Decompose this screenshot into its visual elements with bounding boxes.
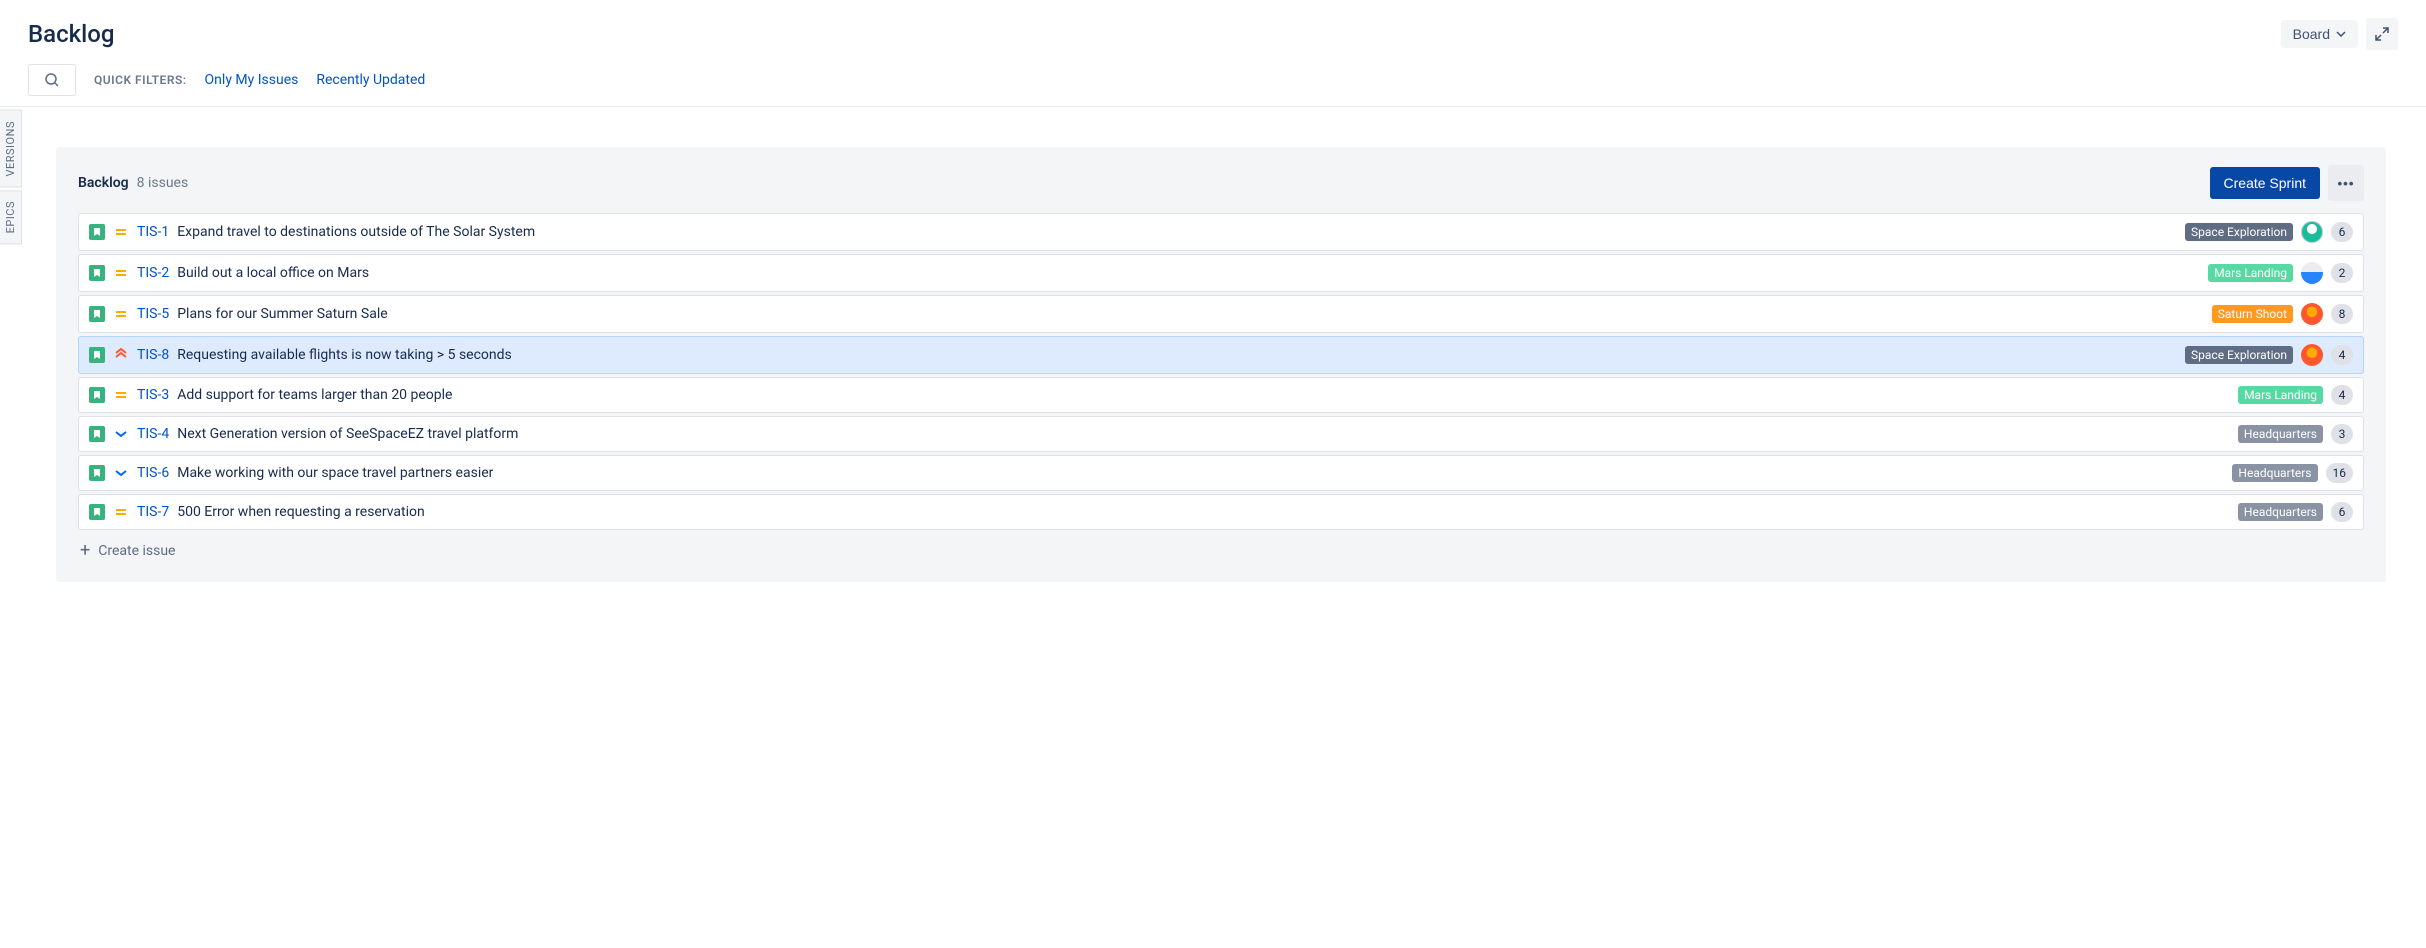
side-tab-epics[interactable]: EPICS: [0, 190, 22, 244]
issue-summary: Plans for our Summer Saturn Sale: [177, 306, 387, 322]
create-issue-label: Create issue: [98, 543, 175, 559]
story-points: 8: [2331, 304, 2353, 324]
board-dropdown[interactable]: Board: [2281, 20, 2358, 48]
chevron-down-icon: [2336, 31, 2346, 37]
priority-medium-icon: [113, 306, 129, 322]
story-icon: [89, 387, 105, 403]
issue-key[interactable]: TIS-2: [137, 265, 169, 281]
quick-filters-label: QUICK FILTERS:: [94, 73, 187, 87]
expand-icon: [2375, 27, 2389, 41]
priority-medium-icon: [113, 504, 129, 520]
issue-summary: Add support for teams larger than 20 peo…: [177, 387, 452, 403]
priority-low-icon: [113, 426, 129, 442]
fullscreen-button[interactable]: [2366, 18, 2398, 50]
plus-icon: +: [80, 542, 90, 560]
assignee-avatar[interactable]: [2301, 221, 2323, 243]
epic-badge[interactable]: Space Exploration: [2185, 346, 2293, 364]
story-points: 6: [2331, 502, 2353, 522]
story-icon: [89, 224, 105, 240]
issue-summary: Make working with our space travel partn…: [177, 465, 493, 481]
backlog-title: Backlog: [78, 175, 129, 191]
issue-key[interactable]: TIS-6: [137, 465, 169, 481]
priority-medium-icon: [113, 224, 129, 240]
more-actions-button[interactable]: •••: [2328, 165, 2364, 201]
priority-medium-icon: [113, 387, 129, 403]
issue-summary: Next Generation version of SeeSpaceEZ tr…: [177, 426, 518, 442]
issue-summary: Expand travel to destinations outside of…: [177, 224, 535, 240]
page-title: Backlog: [28, 20, 114, 48]
filter-recently-updated[interactable]: Recently Updated: [316, 72, 425, 88]
story-icon: [89, 504, 105, 520]
backlog-count: 8 issues: [137, 175, 189, 191]
epic-badge[interactable]: Headquarters: [2238, 503, 2323, 521]
assignee-avatar[interactable]: [2301, 262, 2323, 284]
issue-row[interactable]: TIS-3 Add support for teams larger than …: [78, 377, 2364, 413]
issue-row[interactable]: TIS-5 Plans for our Summer Saturn Sale S…: [78, 295, 2364, 333]
board-dropdown-label: Board: [2293, 26, 2330, 42]
priority-high-icon: [113, 347, 129, 363]
issue-summary: Requesting available flights is now taki…: [177, 347, 512, 363]
issue-key[interactable]: TIS-7: [137, 504, 169, 520]
epic-badge[interactable]: Headquarters: [2238, 425, 2323, 443]
create-issue-button[interactable]: + Create issue: [78, 542, 2364, 560]
create-sprint-button[interactable]: Create Sprint: [2210, 167, 2320, 199]
backlog-panel: Backlog 8 issues Create Sprint ••• TIS-1…: [56, 147, 2386, 582]
filter-only-my-issues[interactable]: Only My Issues: [205, 72, 299, 88]
issue-row[interactable]: TIS-1 Expand travel to destinations outs…: [78, 213, 2364, 251]
epic-badge[interactable]: Headquarters: [2232, 464, 2317, 482]
story-points: 16: [2326, 463, 2354, 483]
search-icon: [44, 72, 60, 88]
issue-row[interactable]: TIS-4 Next Generation version of SeeSpac…: [78, 416, 2364, 452]
issue-key[interactable]: TIS-4: [137, 426, 169, 442]
story-icon: [89, 265, 105, 281]
epic-badge[interactable]: Mars Landing: [2208, 264, 2293, 282]
issue-summary: 500 Error when requesting a reservation: [177, 504, 425, 520]
story-icon: [89, 306, 105, 322]
story-icon: [89, 465, 105, 481]
issue-key[interactable]: TIS-5: [137, 306, 169, 322]
issue-summary: Build out a local office on Mars: [177, 265, 369, 281]
story-points: 4: [2331, 345, 2353, 365]
story-points: 6: [2331, 222, 2353, 242]
priority-medium-icon: [113, 265, 129, 281]
side-tab-versions[interactable]: VERSIONS: [0, 110, 22, 188]
story-icon: [89, 347, 105, 363]
issue-row[interactable]: TIS-6 Make working with our space travel…: [78, 455, 2364, 491]
issue-key[interactable]: TIS-1: [137, 224, 169, 240]
epic-badge[interactable]: Saturn Shoot: [2212, 305, 2293, 323]
assignee-avatar[interactable]: [2301, 303, 2323, 325]
issue-key[interactable]: TIS-3: [137, 387, 169, 403]
issue-row[interactable]: TIS-8 Requesting available flights is no…: [78, 336, 2364, 374]
assignee-avatar[interactable]: [2301, 344, 2323, 366]
epic-badge[interactable]: Mars Landing: [2238, 386, 2323, 404]
story-icon: [89, 426, 105, 442]
story-points: 2: [2331, 263, 2353, 283]
issue-row[interactable]: TIS-2 Build out a local office on Mars M…: [78, 254, 2364, 292]
priority-low-icon: [113, 465, 129, 481]
search-button[interactable]: [28, 64, 76, 96]
story-points: 4: [2331, 385, 2353, 405]
epic-badge[interactable]: Space Exploration: [2185, 223, 2293, 241]
ellipsis-icon: •••: [2338, 176, 2355, 191]
issue-key[interactable]: TIS-8: [137, 347, 169, 363]
issue-row[interactable]: TIS-7 500 Error when requesting a reserv…: [78, 494, 2364, 530]
story-points: 3: [2331, 424, 2353, 444]
